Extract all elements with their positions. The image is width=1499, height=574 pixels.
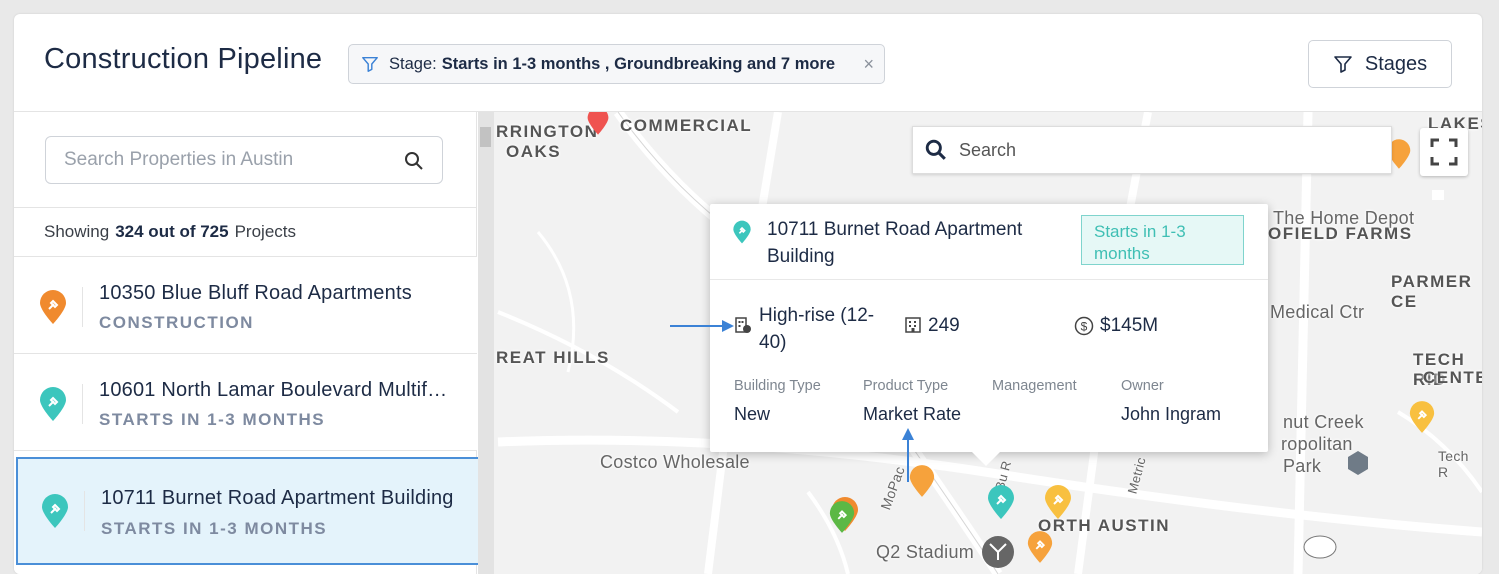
- search-icon[interactable]: [404, 151, 424, 171]
- filter-prefix: Stage:: [389, 54, 437, 73]
- page-title: Construction Pipeline: [44, 43, 323, 75]
- field-value: John Ingram: [1121, 404, 1222, 424]
- list-item-selected[interactable]: 10711 Burnet Road Apartment Building STA…: [16, 457, 484, 565]
- property-popup: 10711 Burnet Road Apartment Building Sta…: [710, 204, 1268, 466]
- annotation-arrow: [902, 428, 914, 482]
- field-label: Product Type: [863, 378, 949, 394]
- header: Construction Pipeline Stage: Starts in 1…: [14, 14, 1482, 112]
- item-stage: STARTS IN 1-3 MONTHS: [99, 410, 326, 429]
- results-count: Showing 324 out of 725 Projects: [14, 207, 477, 257]
- map-pin-icon: [733, 220, 751, 244]
- item-name: 10711 Burnet Road Apartment Building: [101, 487, 454, 509]
- map-label: Park: [1283, 456, 1322, 476]
- field-label: Building Type: [734, 378, 821, 394]
- status-badge: Starts in 1-3 months: [1081, 215, 1244, 265]
- stages-button[interactable]: Stages: [1308, 40, 1452, 88]
- map-pin-icon[interactable]: [1026, 530, 1054, 564]
- map-label: PARMER CE: [1391, 272, 1473, 311]
- map-pin-icon: [40, 290, 66, 324]
- map[interactable]: RRINGTON OAKS COMMERCIAL LAKES The Home …: [478, 112, 1482, 574]
- stage-filter-chip[interactable]: Stage: Starts in 1-3 months , Groundbrea…: [348, 44, 885, 84]
- search-icon: [925, 139, 946, 160]
- map-pin-icon[interactable]: [986, 484, 1016, 520]
- dollar-icon: $: [1074, 316, 1094, 336]
- building-height: High-rise (12-40): [759, 305, 875, 353]
- search-input[interactable]: [64, 149, 384, 171]
- map-label: REAT HILLS: [496, 348, 610, 367]
- popup-title: 10711 Burnet Road Apartment Building: [767, 219, 1023, 267]
- annotation-arrow: [670, 320, 734, 332]
- divider: [82, 384, 83, 424]
- map-label: OAKS: [506, 142, 562, 161]
- project-value: $145M: [1100, 315, 1159, 336]
- map-pin-icon: [40, 387, 66, 421]
- map-label: Costco Wholesale: [600, 452, 750, 472]
- map-label: nut Creek: [1283, 412, 1364, 432]
- map-label: Q2 Stadium: [876, 542, 975, 562]
- map-label: ropolitan: [1281, 434, 1353, 454]
- divider: [84, 491, 85, 531]
- map-search-input[interactable]: Search: [912, 126, 1392, 174]
- item-stage: CONSTRUCTION: [99, 313, 254, 332]
- fullscreen-button[interactable]: [1420, 128, 1468, 176]
- showing-prefix: Showing: [44, 222, 110, 241]
- stages-label: Stages: [1364, 52, 1428, 75]
- map-label: Tech R: [1438, 448, 1469, 480]
- list-item[interactable]: 10601 North Lamar Boulevard Multifamily …: [14, 354, 477, 451]
- fullscreen-icon: [1430, 138, 1458, 166]
- map-pin-icon[interactable]: [1408, 400, 1436, 434]
- item-name: 10350 Blue Bluff Road Apartments: [99, 282, 412, 304]
- item-stage: STARTS IN 1-3 MONTHS: [101, 519, 328, 538]
- units-icon: [905, 317, 921, 333]
- popup-header: 10711 Burnet Road Apartment Building Sta…: [710, 204, 1268, 280]
- map-label: Medical Ctr: [1270, 302, 1365, 322]
- map-label: OFIELD FARMS: [1268, 224, 1413, 243]
- list-item[interactable]: 10350 Blue Bluff Road Apartments CONSTRU…: [14, 257, 477, 354]
- construction-pipeline-panel: Construction Pipeline Stage: Starts in 1…: [14, 14, 1482, 574]
- map-pin-icon[interactable]: [828, 500, 856, 534]
- map-label: COMMERCIAL: [620, 116, 753, 135]
- property-search[interactable]: [45, 136, 443, 184]
- field-value: Market Rate: [863, 404, 962, 424]
- map-pin-icon[interactable]: [586, 112, 610, 136]
- field-label: Owner: [1121, 378, 1164, 394]
- field-value: New: [734, 404, 771, 424]
- showing-suffix: Projects: [234, 222, 297, 241]
- sidebar: Showing 324 out of 725 Projects 10350 Blue…: [14, 112, 484, 574]
- filter-icon: [1334, 56, 1352, 73]
- map-label: RRINGTON: [496, 122, 599, 141]
- showing-count: 324 out of 725: [115, 222, 229, 241]
- map-pin-icon: [42, 494, 68, 528]
- item-name: 10601 North Lamar Boulevard Multifamily: [99, 379, 454, 401]
- map-label: CENTE: [1423, 368, 1482, 387]
- field-label: Management: [992, 378, 1077, 394]
- filter-icon: [362, 56, 378, 72]
- svg-text:$: $: [1081, 320, 1088, 334]
- map-search-placeholder: Search: [959, 139, 1017, 160]
- filter-value: Starts in 1-3 months , Groundbreaking an…: [441, 54, 836, 73]
- divider: [82, 287, 83, 327]
- unit-count: 249: [928, 315, 960, 336]
- map-pin-icon[interactable]: [1043, 484, 1073, 520]
- close-icon[interactable]: ×: [863, 54, 874, 75]
